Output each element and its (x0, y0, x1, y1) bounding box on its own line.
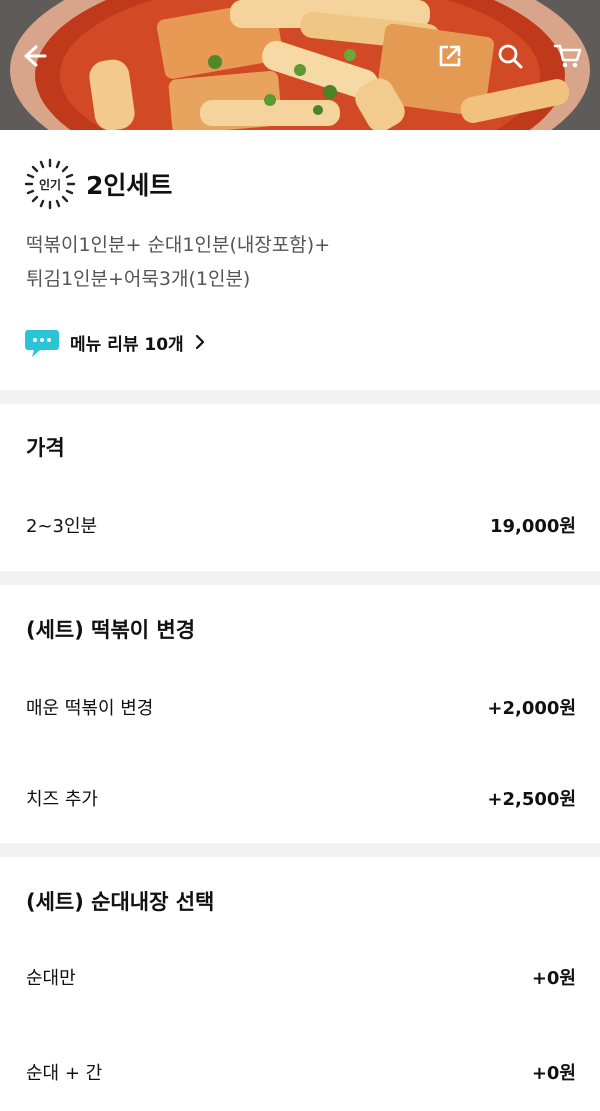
option-label: 순대 + 간 (26, 1063, 103, 1084)
menu-title: 2인세트 (86, 171, 173, 200)
price-option-label: 2~3인분 (26, 516, 98, 537)
tteokbokki-option-row[interactable]: 치즈 추가 +2,500원 (0, 771, 600, 821)
tteokbokki-section-title: (세트) 떡볶이 변경 (26, 618, 196, 642)
option-price: +0원 (531, 1063, 576, 1084)
option-price: +0원 (531, 968, 576, 989)
cart-icon (553, 44, 582, 68)
menu-hero-image (0, 0, 600, 130)
menu-description-line2: 튀김1인분+어묵3개(1인분) (26, 268, 251, 290)
section-divider (0, 571, 600, 585)
option-label: 치즈 추가 (26, 789, 98, 810)
menu-description-line1: 떡볶이1인분+ 순대1인분(내장포함)+ (26, 234, 331, 256)
chevron-right-icon (195, 334, 204, 350)
section-divider (0, 390, 600, 404)
speech-bubble-icon (25, 330, 59, 357)
badge-label: 인기 (38, 177, 62, 192)
option-label: 매운 떡볶이 변경 (26, 698, 154, 719)
sundae-option-row[interactable]: 순대 + 간 +0원 (0, 1045, 600, 1095)
price-section-title: 가격 (26, 436, 65, 460)
search-icon (498, 44, 523, 69)
back-button[interactable] (14, 36, 54, 76)
tteokbokki-option-row[interactable]: 매운 떡볶이 변경 +2,000원 (0, 680, 600, 730)
sundae-option-row[interactable]: 순대만 +0원 (0, 950, 600, 1000)
share-button[interactable] (430, 36, 470, 76)
cart-button[interactable] (548, 36, 588, 76)
sundae-section-title: (세트) 순대내장 선택 (26, 890, 215, 914)
review-count-label: 메뉴 리뷰 10개 (70, 334, 184, 355)
popular-badge: 인기 (24, 158, 76, 210)
price-option-row[interactable]: 2~3인분 19,000원 (0, 498, 600, 548)
arrow-left-icon (24, 45, 47, 67)
section-divider (0, 843, 600, 857)
option-label: 순대만 (26, 968, 76, 989)
menu-review-link[interactable]: 메뉴 리뷰 10개 (24, 324, 206, 360)
option-price: +2,500원 (487, 789, 576, 810)
search-button[interactable] (490, 36, 530, 76)
option-price: +2,000원 (487, 698, 576, 719)
price-option-price: 19,000원 (489, 516, 576, 537)
share-icon (439, 45, 461, 67)
